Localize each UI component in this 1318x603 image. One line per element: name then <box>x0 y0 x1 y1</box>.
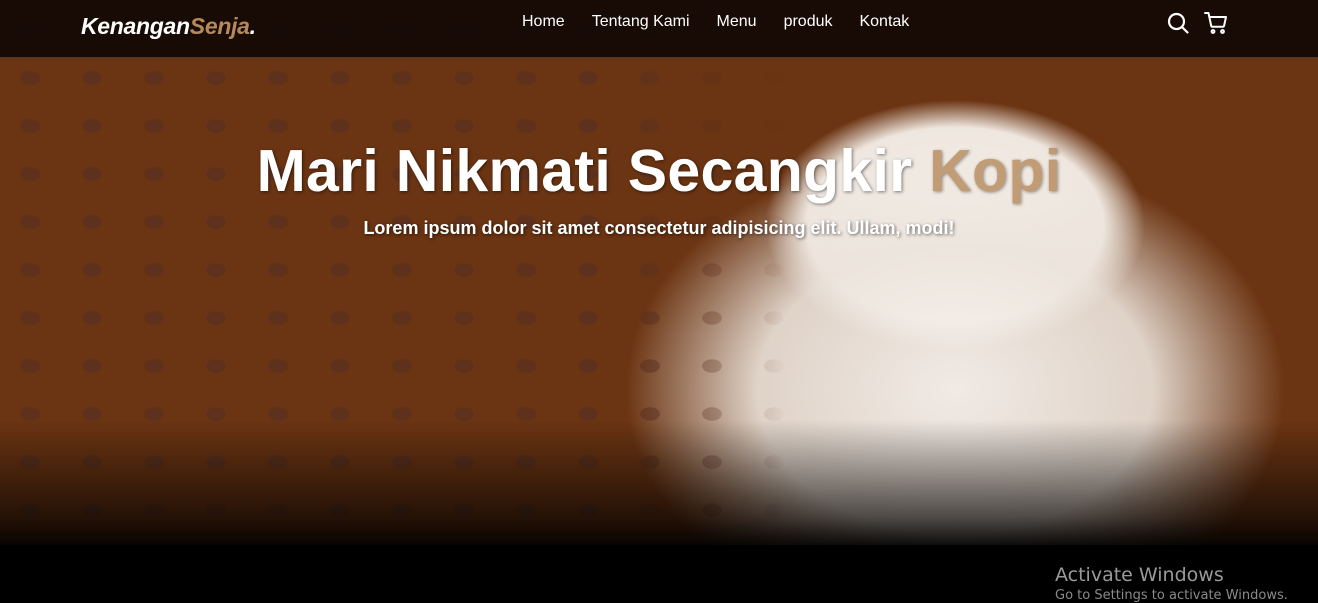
brand-name-main: Kenangan <box>81 13 190 39</box>
hero-subtitle: Lorem ipsum dolor sit amet consectetur a… <box>363 218 955 238</box>
activate-windows-title: Activate Windows <box>1055 564 1224 586</box>
nav-link-tentang-kami[interactable]: Tentang Kami <box>592 12 690 32</box>
cart-button[interactable] <box>1204 11 1228 35</box>
nav-link-kontak[interactable]: Kontak <box>859 12 909 32</box>
shopping-cart-icon <box>1204 12 1227 34</box>
navbar: KenanganSenja. Home Tentang Kami Menu pr… <box>0 0 1318 58</box>
brand-logo[interactable]: KenanganSenja. <box>81 13 256 40</box>
nav-icons <box>1166 11 1228 35</box>
brand-name-dot: . <box>249 13 256 39</box>
hero-title: Mari Nikmati Secangkir Kopi <box>0 137 1318 205</box>
brand-name-accent: Senja <box>189 13 250 39</box>
hero-title-accent: Kopi <box>929 138 1062 204</box>
hero-title-main: Mari Nikmati Secangkir <box>256 138 930 204</box>
search-button[interactable] <box>1166 11 1190 35</box>
nav-link-menu[interactable]: Menu <box>717 12 757 32</box>
nav-link-home[interactable]: Home <box>522 12 565 32</box>
nav-links: Home Tentang Kami Menu produk Kontak <box>522 12 936 32</box>
nav-link-produk[interactable]: produk <box>784 12 833 32</box>
search-icon <box>1167 12 1189 34</box>
